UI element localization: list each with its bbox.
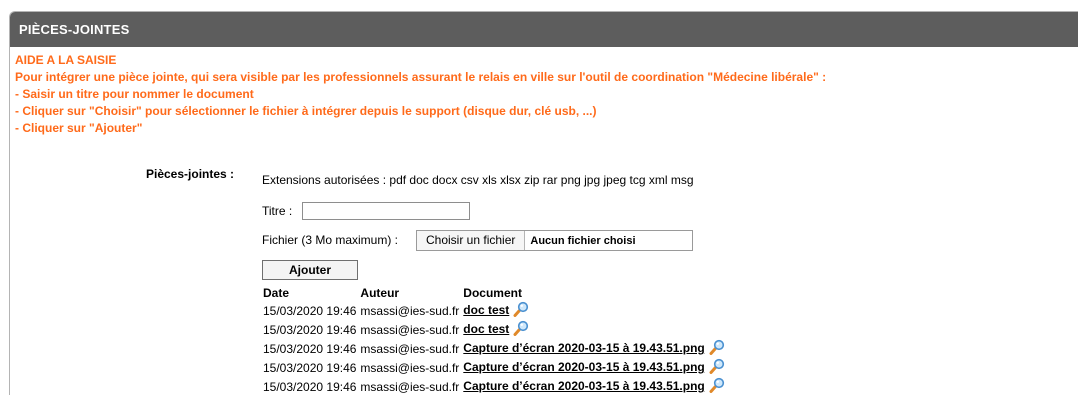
help-line: - Saisir un titre pour nommer le documen… <box>15 87 254 101</box>
titre-label: Titre : <box>262 204 293 218</box>
row-document: doc test <box>461 301 726 320</box>
row-auteur: msassi@ies-sud.fr <box>360 379 460 394</box>
fichier-label: Fichier (3 Mo maximum) : <box>262 233 399 247</box>
attachments-table: Date Auteur Document 15/03/2020 19:46 msa… <box>261 286 727 395</box>
table-row: 15/03/2020 19:46 msassi@ies-sud.fr Capture… <box>261 377 727 395</box>
help-line: Pour intégrer une pièce jointe, qui sera… <box>15 70 827 84</box>
panel-title: PIÈCES-JOINTES <box>10 12 1078 47</box>
document-link[interactable]: Capture d’écran 2020-03-15 à 19.43.51.pn… <box>463 360 704 374</box>
magnifier-icon[interactable] <box>709 358 725 377</box>
titre-input[interactable] <box>302 202 470 220</box>
column-header-date: Date <box>263 286 290 300</box>
table-row: 15/03/2020 19:46 msassi@ies-sud.fr Capture… <box>261 339 727 358</box>
row-document: Capture d’écran 2020-03-15 à 19.43.51.pn… <box>461 358 726 377</box>
row-document: Capture d’écran 2020-03-15 à 19.43.51.pn… <box>461 339 726 358</box>
help-line: - Cliquer sur "Ajouter" <box>15 121 143 135</box>
choose-file-button[interactable]: Choisir un fichier <box>417 231 526 250</box>
magnifier-icon[interactable] <box>709 339 725 358</box>
row-date: 15/03/2020 19:46 <box>263 360 357 375</box>
row-date: 15/03/2020 19:46 <box>263 379 357 394</box>
allowed-extensions: Extensions autorisées : pdf doc docx csv… <box>262 173 694 187</box>
table-row: 15/03/2020 19:46 msassi@ies-sud.fr doc tes… <box>261 301 727 320</box>
document-link[interactable]: Capture d’écran 2020-03-15 à 19.43.51.pn… <box>463 341 704 355</box>
magnifier-icon[interactable] <box>513 301 529 320</box>
table-row: 15/03/2020 19:46 msassi@ies-sud.fr Capture… <box>261 358 727 377</box>
document-link[interactable]: doc test <box>463 303 509 317</box>
row-date: 15/03/2020 19:46 <box>263 303 357 318</box>
row-document: Capture d’écran 2020-03-15 à 19.43.51.pn… <box>461 377 726 395</box>
add-button[interactable]: Ajouter <box>262 260 358 280</box>
attachments-panel: PIÈCES-JOINTES AIDE A LA SAISIE Pour int… <box>9 11 1078 395</box>
row-date: 15/03/2020 19:46 <box>263 341 357 356</box>
document-link[interactable]: doc test <box>463 322 509 336</box>
table-row: 15/03/2020 19:46 msassi@ies-sud.fr doc tes… <box>261 320 727 339</box>
row-auteur: msassi@ies-sud.fr <box>360 322 460 337</box>
table-header-row: Date Auteur Document <box>261 286 727 301</box>
no-file-chosen: Aucun fichier choisi <box>530 234 636 247</box>
column-header-document: Document <box>463 286 522 300</box>
document-link[interactable]: Capture d’écran 2020-03-15 à 19.43.51.pn… <box>463 379 704 393</box>
magnifier-icon[interactable] <box>709 377 725 395</box>
attachments-label: Pièces-jointes : <box>146 167 235 181</box>
row-auteur: msassi@ies-sud.fr <box>360 360 460 375</box>
magnifier-icon[interactable] <box>513 320 529 339</box>
row-document: doc test <box>461 320 726 339</box>
file-input[interactable]: Choisir un fichier Aucun fichier choisi <box>416 230 693 251</box>
row-auteur: msassi@ies-sud.fr <box>360 303 460 318</box>
row-auteur: msassi@ies-sud.fr <box>360 341 460 356</box>
column-header-auteur: Auteur <box>360 286 400 300</box>
help-line: - Cliquer sur "Choisir" pour sélectionne… <box>15 104 597 118</box>
help-text: AIDE A LA SAISIE Pour intégrer une pièce… <box>15 52 826 137</box>
row-date: 15/03/2020 19:46 <box>263 322 357 337</box>
help-heading: AIDE A LA SAISIE <box>15 53 117 67</box>
